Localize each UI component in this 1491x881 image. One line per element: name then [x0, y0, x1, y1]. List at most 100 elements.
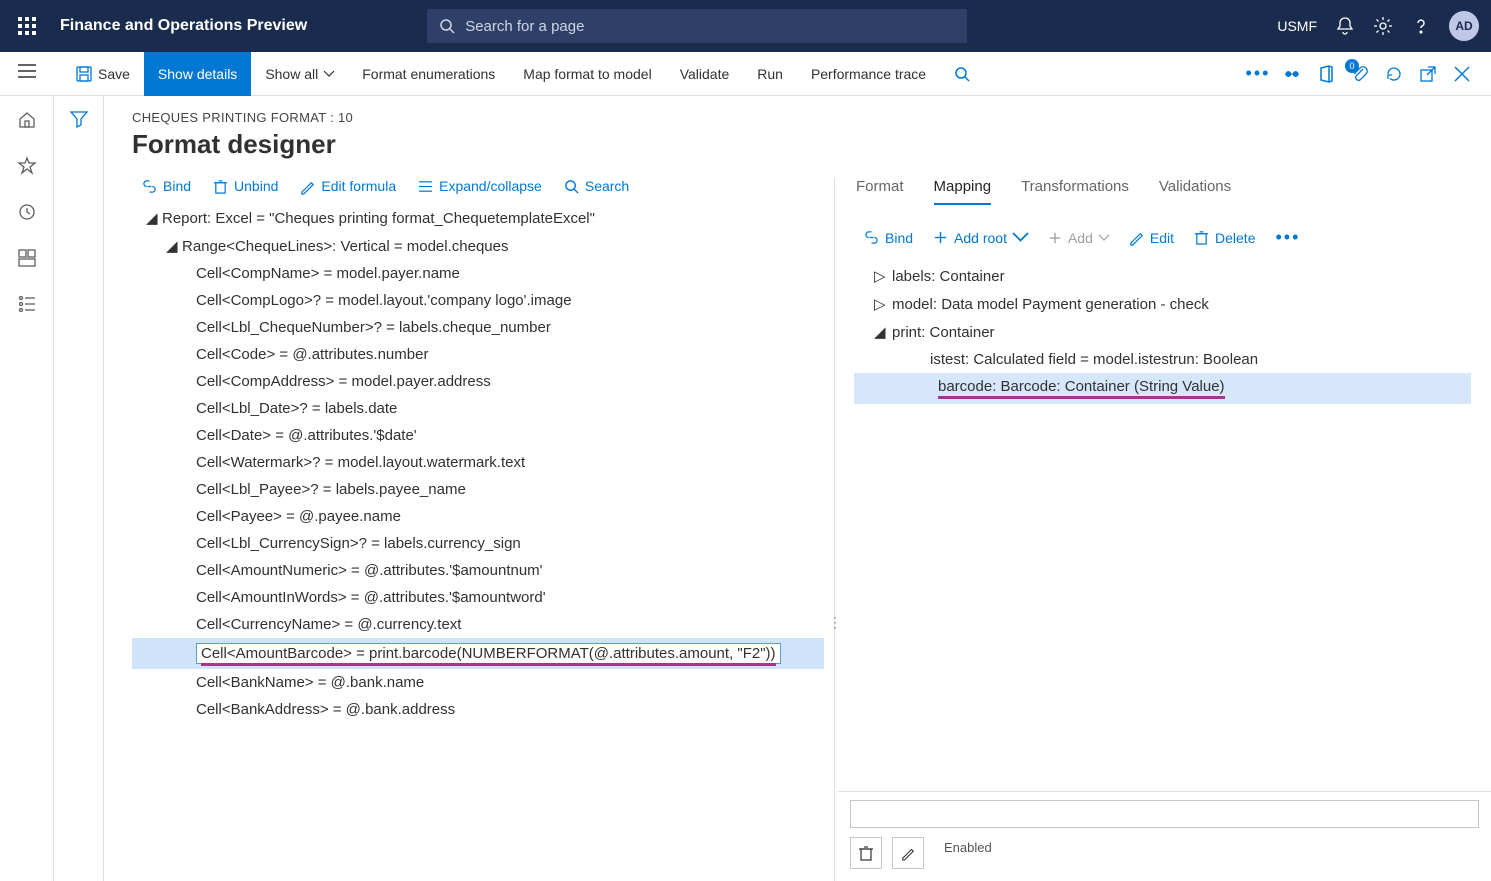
- tree-search-label: Search: [585, 178, 629, 194]
- tree-search-button[interactable]: Search: [564, 178, 629, 194]
- tree-node-cell[interactable]: Cell<Lbl_ChequeNumber>? = labels.cheque_…: [132, 314, 824, 341]
- global-search-input[interactable]: [465, 18, 955, 35]
- dataverse-icon[interactable]: [1283, 65, 1301, 83]
- modules-list-icon[interactable]: [17, 294, 37, 314]
- save-button[interactable]: Save: [62, 52, 144, 96]
- tree-node-cell[interactable]: Cell<CurrencyName> = @.currency.text: [132, 611, 824, 638]
- mapping-more-icon[interactable]: •••: [1275, 227, 1300, 248]
- tree-node-cell[interactable]: Cell<Lbl_Payee>? = labels.payee_name: [132, 476, 824, 503]
- edit-formula-box-button[interactable]: [892, 837, 924, 869]
- bind-button[interactable]: Bind: [142, 178, 191, 194]
- hamburger-icon[interactable]: [18, 64, 36, 81]
- command-bar: Save Show details Show all Format enumer…: [0, 52, 1491, 96]
- cmdbar-search-button[interactable]: [940, 52, 984, 96]
- tree-node-cell[interactable]: Cell<BankName> = @.bank.name: [132, 669, 824, 696]
- format-tree-toolbar: Bind Unbind Edit formula Expand/collapse…: [132, 178, 832, 204]
- tab-format[interactable]: Format: [856, 178, 904, 205]
- tree-node-cell[interactable]: Cell<Payee> = @.payee.name: [132, 503, 824, 530]
- show-details-label: Show details: [158, 66, 237, 82]
- show-details-button[interactable]: Show details: [144, 52, 251, 96]
- tree-node-cell[interactable]: Cell<Watermark>? = model.layout.watermar…: [132, 449, 824, 476]
- dm-node-barcode-selected[interactable]: barcode: Barcode: Container (String Valu…: [854, 373, 1471, 404]
- tab-transformations[interactable]: Transformations: [1021, 178, 1129, 205]
- tree-node-selected[interactable]: Cell<AmountBarcode> = print.barcode(NUMB…: [132, 638, 824, 669]
- recent-clock-icon[interactable]: [17, 202, 37, 222]
- mapping-bind-button[interactable]: Bind: [864, 230, 913, 246]
- format-tree[interactable]: ◢Report: Excel = "Cheques printing forma…: [132, 204, 832, 881]
- tree-node-range[interactable]: ◢Range<ChequeLines>: Vertical = model.ch…: [132, 232, 824, 260]
- more-options-icon[interactable]: •••: [1249, 65, 1267, 83]
- unbind-button[interactable]: Unbind: [213, 178, 278, 194]
- favorites-star-icon[interactable]: [17, 156, 37, 176]
- dm-label: labels: Container: [892, 268, 1005, 285]
- tree-node-cell[interactable]: Cell<CompAddress> = model.payer.address: [132, 368, 824, 395]
- tree-label: Cell<Lbl_ChequeNumber>? = labels.cheque_…: [196, 319, 551, 336]
- data-model-tree[interactable]: ▷labels: Container ▷model: Data model Pa…: [854, 258, 1491, 404]
- tab-mapping[interactable]: Mapping: [934, 178, 992, 205]
- attachments-icon[interactable]: 0: [1351, 65, 1369, 83]
- search-icon: [954, 66, 970, 82]
- popout-icon[interactable]: [1419, 65, 1437, 83]
- tree-label: Cell<CompAddress> = model.payer.address: [196, 373, 491, 390]
- tree-label: Cell<Lbl_Payee>? = labels.payee_name: [196, 481, 466, 498]
- tab-validations[interactable]: Validations: [1159, 178, 1231, 205]
- dm-label: barcode: Barcode: Container (String Valu…: [938, 378, 1225, 399]
- search-icon: [439, 18, 455, 34]
- show-all-dropdown[interactable]: Show all: [251, 52, 348, 96]
- edit-formula-button[interactable]: Edit formula: [300, 178, 396, 194]
- global-search[interactable]: [427, 9, 967, 43]
- filter-funnel-icon[interactable]: [70, 110, 88, 881]
- dm-node-print[interactable]: ◢print: Container: [854, 318, 1491, 346]
- tree-node-cell[interactable]: Cell<Code> = @.attributes.number: [132, 341, 824, 368]
- tree-node-cell[interactable]: Cell<AmountInWords> = @.attributes.'$amo…: [132, 584, 824, 611]
- settings-gear-icon[interactable]: [1373, 16, 1393, 36]
- home-icon[interactable]: [17, 110, 37, 130]
- company-code[interactable]: USMF: [1277, 18, 1317, 34]
- bind-label: Bind: [163, 178, 191, 194]
- expand-collapse-button[interactable]: Expand/collapse: [418, 178, 542, 194]
- dm-node-model[interactable]: ▷model: Data model Payment generation - …: [854, 290, 1491, 318]
- office-icon[interactable]: [1317, 65, 1335, 83]
- tree-node-cell[interactable]: Cell<CompLogo>? = model.layout.'company …: [132, 287, 824, 314]
- tree-node-cell[interactable]: Cell<AmountNumeric> = @.attributes.'$amo…: [132, 557, 824, 584]
- app-launcher-icon[interactable]: [12, 11, 42, 41]
- mapping-delete-button[interactable]: Delete: [1194, 230, 1255, 246]
- add-root-dropdown[interactable]: Add root: [933, 230, 1028, 246]
- user-avatar[interactable]: AD: [1449, 11, 1479, 41]
- main-content: CHEQUES PRINTING FORMAT : 10 Format desi…: [104, 96, 1491, 881]
- add-root-label: Add root: [954, 230, 1007, 246]
- dm-node-istest[interactable]: istest: Calculated field = model.istestr…: [854, 346, 1491, 373]
- dm-label: istest: Calculated field = model.istestr…: [930, 351, 1258, 368]
- attachment-badge: 0: [1345, 59, 1359, 73]
- help-icon[interactable]: [1411, 16, 1431, 36]
- run-button[interactable]: Run: [743, 52, 797, 96]
- enabled-value-input[interactable]: [850, 800, 1479, 828]
- tree-label: Cell<AmountBarcode> = print.barcode(NUMB…: [201, 645, 776, 666]
- validate-button[interactable]: Validate: [666, 52, 744, 96]
- delete-formula-button[interactable]: [850, 837, 882, 869]
- edit-formula-label: Edit formula: [321, 178, 396, 194]
- tree-node-cell[interactable]: Cell<Lbl_Date>? = labels.date: [132, 395, 824, 422]
- close-icon[interactable]: [1453, 65, 1471, 83]
- tree-label: Cell<BankAddress> = @.bank.address: [196, 701, 455, 718]
- unbind-label: Unbind: [234, 178, 278, 194]
- chevron-down-icon: [1013, 230, 1028, 245]
- tree-label: Cell<CompLogo>? = model.layout.'company …: [196, 292, 572, 309]
- validate-label: Validate: [680, 66, 730, 82]
- notifications-icon[interactable]: [1335, 16, 1355, 36]
- product-title: Finance and Operations Preview: [60, 17, 307, 35]
- tree-node-report[interactable]: ◢Report: Excel = "Cheques printing forma…: [132, 204, 824, 232]
- format-enumerations-button[interactable]: Format enumerations: [348, 52, 509, 96]
- tree-node-cell[interactable]: Cell<CompName> = model.payer.name: [132, 260, 824, 287]
- dm-node-labels[interactable]: ▷labels: Container: [854, 262, 1491, 290]
- workspaces-icon[interactable]: [17, 248, 37, 268]
- tree-node-cell[interactable]: Cell<Lbl_CurrencySign>? = labels.currenc…: [132, 530, 824, 557]
- mapping-edit-button[interactable]: Edit: [1129, 230, 1174, 246]
- tree-node-cell[interactable]: Cell<BankAddress> = @.bank.address: [132, 696, 824, 723]
- tree-node-cell[interactable]: Cell<Date> = @.attributes.'$date': [132, 422, 824, 449]
- tree-label: Cell<Date> = @.attributes.'$date': [196, 427, 417, 444]
- map-format-to-model-button[interactable]: Map format to model: [509, 52, 665, 96]
- run-label: Run: [757, 66, 783, 82]
- refresh-icon[interactable]: [1385, 65, 1403, 83]
- performance-trace-button[interactable]: Performance trace: [797, 52, 940, 96]
